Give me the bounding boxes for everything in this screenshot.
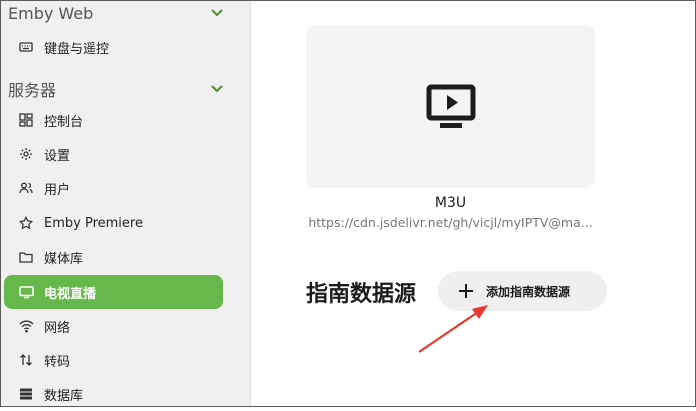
sidebar-item-transcoding[interactable]: 转码 (4, 343, 223, 377)
add-guide-source-label: 添加指南数据源 (486, 284, 571, 299)
sidebar-item-library[interactable]: 媒体库 (4, 240, 223, 274)
sidebar-item-live-tv[interactable]: 电视直播 (4, 275, 223, 309)
plus-icon (459, 284, 473, 298)
tuner-title: M3U (434, 195, 467, 211)
tuner-url: https://cdn.jsdelivr.net/gh/vicjl/myIPTV… (308, 215, 593, 230)
sidebar-item-users[interactable]: 用户 (4, 171, 223, 205)
sidebar-item-keyboard[interactable]: 键盘与遥控 (4, 30, 223, 64)
sidebar: Emby Web 键盘与遥控 服务器 控制台 设置 用户 Emby Premie… (0, 0, 251, 407)
tv-play-icon (426, 84, 475, 128)
section-emby-web-header[interactable]: Emby Web (8, 1, 224, 25)
section-server-title: 服务器 (8, 81, 57, 100)
users-icon (18, 180, 34, 196)
sidebar-item-label: Emby Premiere (44, 215, 143, 231)
sidebar-item-label: 网络 (44, 320, 71, 336)
section-server-header[interactable]: 服务器 (8, 77, 224, 101)
sidebar-item-network[interactable]: 网络 (4, 309, 223, 343)
dashboard-icon (18, 112, 34, 128)
sidebar-item-label: 电视直播 (44, 286, 97, 302)
sidebar-item-label: 控制台 (44, 114, 84, 130)
tuner-card[interactable] (306, 25, 595, 188)
tv-icon (18, 284, 34, 300)
transcode-icon (18, 352, 34, 368)
chevron-down-icon[interactable] (210, 82, 224, 96)
star-icon (18, 215, 34, 231)
sidebar-item-settings[interactable]: 设置 (4, 137, 223, 171)
add-guide-source-button[interactable]: 添加指南数据源 (438, 271, 607, 311)
guide-section-title: 指南数据源 (306, 282, 417, 307)
sidebar-item-label: 键盘与遥控 (44, 41, 110, 57)
sidebar-item-label: 转码 (44, 354, 71, 370)
sidebar-item-label: 设置 (44, 148, 71, 164)
sidebar-item-label: 用户 (44, 182, 71, 198)
sidebar-item-emby-premiere[interactable]: Emby Premiere (4, 206, 223, 240)
chevron-down-icon[interactable] (210, 6, 224, 20)
folder-icon (18, 249, 34, 265)
wifi-icon (18, 318, 34, 334)
section-emby-web-title: Emby Web (8, 3, 94, 23)
sidebar-item-label: 数据库 (44, 388, 84, 404)
gear-icon (18, 146, 34, 162)
keyboard-icon (18, 39, 34, 55)
sidebar-item-label: 媒体库 (44, 251, 84, 267)
sidebar-item-dashboard[interactable]: 控制台 (4, 103, 223, 137)
sidebar-item-database[interactable]: 数据库 (4, 377, 223, 411)
main-content: M3U https://cdn.jsdelivr.net/gh/vicjl/my… (251, 0, 696, 407)
database-icon (18, 386, 34, 402)
